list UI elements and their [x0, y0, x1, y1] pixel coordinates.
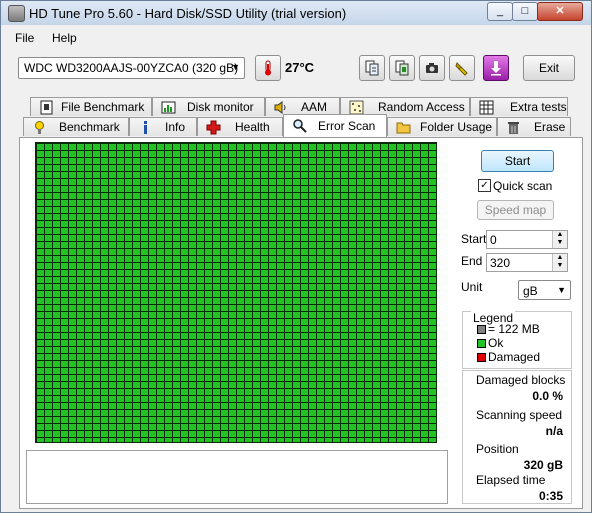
quick-scan-label[interactable]: Quick scan: [493, 179, 552, 193]
tab-erase[interactable]: Erase: [497, 117, 571, 136]
error-scan-panel: Start ✓ Quick scan Speed map Start 0 ▲ ▼ …: [19, 137, 583, 509]
tab-label: Error Scan: [318, 119, 376, 133]
app-window: HD Tune Pro 5.60 - Hard Disk/SSD Utility…: [0, 0, 592, 513]
tab-folder-usage[interactable]: Folder Usage: [387, 117, 497, 136]
chevron-down-icon: ▼: [557, 285, 566, 295]
search-icon: [293, 119, 307, 133]
chevron-down-icon: ▼: [231, 62, 240, 72]
legend-block-size: = 122 MB: [488, 322, 540, 336]
unit-select-value: gB: [523, 284, 538, 298]
copy-screen-button[interactable]: [389, 55, 415, 81]
extra-tests-icon: [479, 100, 494, 115]
stats-box: Damaged blocks 0.0 % Scanning speed n/a …: [462, 370, 572, 504]
health-cross-icon: [206, 120, 221, 135]
benchmark-icon: [35, 121, 44, 134]
copy-info-button[interactable]: [359, 55, 385, 81]
tab-label: Benchmark: [59, 120, 120, 134]
folder-icon: [396, 122, 411, 134]
tab-disk-monitor[interactable]: Disk monitor: [152, 97, 265, 116]
legend-ok-swatch: [477, 339, 486, 348]
copy-info-icon: [365, 60, 379, 76]
menu-bar: File Help: [1, 27, 591, 47]
disk-monitor-icon: [161, 101, 176, 114]
wrench-icon: [455, 62, 468, 76]
menu-help[interactable]: Help: [52, 31, 77, 45]
unit-label: Unit: [461, 280, 483, 294]
options-button[interactable]: [449, 55, 475, 81]
tab-error-scan[interactable]: Error Scan: [283, 114, 387, 137]
spin-arrows-icon[interactable]: ▲ ▼: [552, 231, 567, 248]
tab-label: File Benchmark: [61, 100, 145, 114]
scanning-speed-label: Scanning speed: [476, 408, 563, 422]
thermometer-icon: [265, 60, 271, 76]
elapsed-time-value: 0:35: [538, 489, 563, 503]
damaged-blocks-value: 0.0 %: [532, 389, 563, 403]
tab-health[interactable]: Health: [197, 117, 283, 136]
toolbar: WDC WD3200AAJS-00YZCA0 (320 gB) ▼ 27°C E…: [1, 47, 591, 91]
elapsed-time-label: Elapsed time: [476, 473, 546, 487]
position-value: 320 gB: [523, 458, 563, 472]
screenshot-button[interactable]: [419, 55, 445, 81]
tab-label: Random Access: [378, 100, 465, 114]
camera-icon: [426, 63, 438, 73]
save-button[interactable]: [483, 55, 509, 81]
start-input-value: 0: [490, 233, 497, 247]
info-icon: [144, 121, 147, 134]
scan-block-map: [35, 142, 437, 443]
tab-label: Info: [165, 120, 186, 134]
unit-select[interactable]: gB ▼: [518, 280, 571, 300]
title-bar[interactable]: HD Tune Pro 5.60 - Hard Disk/SSD Utility…: [1, 1, 591, 25]
start-label: Start: [461, 232, 487, 246]
drive-select[interactable]: WDC WD3200AAJS-00YZCA0 (320 gB) ▼: [18, 57, 245, 79]
menu-file[interactable]: File: [15, 31, 34, 45]
random-access-icon: [349, 100, 364, 115]
tab-info[interactable]: Info: [129, 117, 197, 136]
legend-ok-label: Ok: [488, 336, 504, 350]
close-button[interactable]: ✕: [537, 2, 583, 21]
tab-file-benchmark[interactable]: File Benchmark: [30, 97, 152, 116]
legend-block-swatch: [477, 325, 486, 334]
end-label: End: [461, 254, 483, 268]
maximize-button[interactable]: □: [512, 2, 538, 21]
file-benchmark-icon: [40, 100, 53, 115]
tab-label: AAM: [301, 100, 328, 114]
temperature-value: 27°C: [285, 60, 315, 75]
scan-log-box: [26, 450, 448, 504]
drive-select-value: WDC WD3200AAJS-00YZCA0 (320 gB): [24, 61, 239, 75]
tab-label: Erase: [534, 120, 566, 134]
download-arrow-icon: [491, 61, 501, 76]
temperature-button[interactable]: [255, 55, 281, 81]
spin-arrows-icon[interactable]: ▲ ▼: [552, 254, 567, 271]
speaker-icon: [274, 101, 286, 114]
tab-label: Folder Usage: [420, 120, 493, 134]
tab-label: Extra tests: [510, 100, 567, 114]
start-scan-button[interactable]: Start: [481, 150, 554, 172]
quick-scan-checkbox[interactable]: ✓: [478, 179, 491, 192]
tab-label: Health: [235, 120, 270, 134]
scanning-speed-value: n/a: [545, 424, 563, 438]
legend-damaged-swatch: [477, 353, 486, 362]
window-title: HD Tune Pro 5.60 - Hard Disk/SSD Utility…: [29, 6, 347, 21]
start-input[interactable]: 0 ▲ ▼: [486, 230, 568, 249]
tab-extra-tests[interactable]: Extra tests: [470, 97, 568, 116]
app-icon[interactable]: [8, 5, 25, 22]
exit-button[interactable]: Exit: [523, 55, 575, 81]
end-input[interactable]: 320 ▲ ▼: [486, 253, 568, 272]
tab-label: Disk monitor: [187, 100, 254, 114]
legend-damaged-label: Damaged: [488, 350, 541, 364]
minimize-button[interactable]: _: [487, 2, 513, 21]
damaged-blocks-label: Damaged blocks: [476, 373, 566, 387]
speed-map-button: Speed map: [477, 200, 554, 220]
tab-benchmark[interactable]: Benchmark: [23, 117, 129, 136]
trash-icon: [508, 122, 519, 134]
end-input-value: 320: [490, 256, 511, 270]
position-label: Position: [476, 442, 519, 456]
legend-box: Legend = 122 MB Ok Damaged: [462, 311, 572, 369]
copy-screen-icon: [395, 60, 409, 76]
